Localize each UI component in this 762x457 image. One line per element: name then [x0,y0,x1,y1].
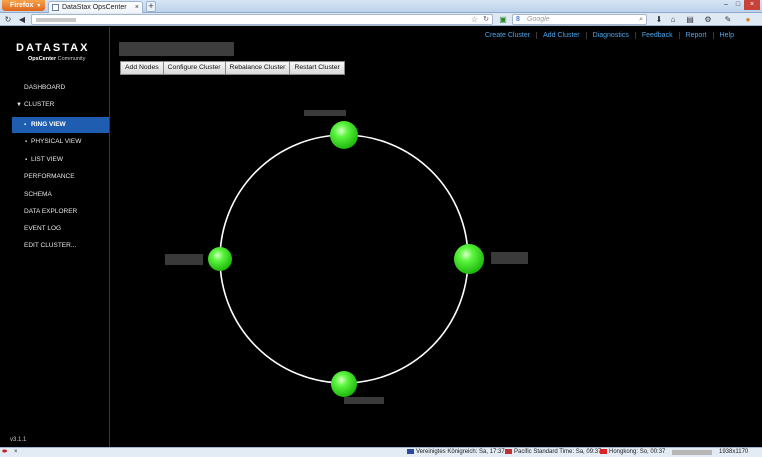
us-flag-icon [505,448,512,454]
back-arrow-icon[interactable]: ◀ [16,14,28,25]
home-icon[interactable]: ⌂ [668,14,678,25]
minimize-icon[interactable]: – [720,0,732,10]
ring-node[interactable] [208,247,232,271]
ring-view-canvas [165,110,528,404]
browser-statusbar: ⬬ × Vereinigtes Königreich: Sa, 17:37 Pa… [0,447,762,457]
chevron-down-icon: ▼ [36,3,42,9]
search-icon[interactable]: ⌕ [639,15,643,24]
toolbar-icon[interactable]: ▤ [684,14,696,25]
uk-flag-icon [407,448,414,454]
clock-pst-text: Pacific Standard Time: Sa, 09:37 [514,449,602,455]
google-icon: 8 [516,16,520,23]
token-ring [219,134,469,384]
node-label-redacted [165,254,203,265]
browser-tabbar: Firefox ▼ DataStax OpsCenter × + – □ × [0,0,762,13]
new-tab-button[interactable]: + [146,1,156,12]
tools-icon[interactable]: ⚙ [702,14,714,25]
ring-node[interactable] [454,244,484,274]
node-label-redacted [344,397,384,404]
clock-uk: Vereinigtes Königreich: Sa, 17:37 [407,448,505,457]
close-window-icon[interactable]: × [744,0,760,10]
close-tab-icon[interactable]: × [135,2,139,13]
opscenter-app: DATASTAX OpsCenter Community DASHBOARD ▼… [0,27,762,447]
ring-node[interactable] [330,121,358,149]
statusbar-redacted [672,450,712,455]
maximize-icon[interactable]: □ [732,0,744,10]
window-controls: – □ × [720,0,760,10]
node-label-redacted [304,110,346,116]
address-redacted [36,18,76,22]
tab-title: DataStax OpsCenter [62,4,127,11]
firefox-menu-label: Firefox [10,2,34,9]
bookmark-star-icon[interactable]: ☆ [471,15,478,24]
addon-fox-icon[interactable]: ● [742,14,754,25]
clock-hk-text: Hongkong: So, 00:37 [609,449,666,455]
addon-icon[interactable]: ▣ [498,14,508,25]
hk-flag-icon [600,448,607,454]
reload-icon[interactable]: ↻ [3,14,13,25]
addon-bar-icon[interactable]: ⬬ [2,448,7,457]
clock-pst: Pacific Standard Time: Sa, 09:37 [505,448,601,457]
address-bar[interactable]: ☆ ↻ [31,14,493,25]
close-addon-bar-icon[interactable]: × [14,448,18,457]
clock-hk: Hongkong: So, 00:37 [600,448,665,457]
resolution-readout: 1938x1170 [719,449,749,455]
browser-navbar: ↻ ◀ ☆ ↻ ▣ 8 Google ⌕ ⬇ ⌂ ▤ ⚙ ✎ ● [0,13,762,26]
download-icon[interactable]: ⬇ [654,14,664,25]
clock-uk-text: Vereinigtes Königreich: Sa, 17:37 [416,449,505,455]
ring-node[interactable] [331,371,357,397]
node-label-redacted [491,252,528,264]
reload-page-icon[interactable]: ↻ [483,15,489,24]
browser-tab[interactable]: DataStax OpsCenter × [48,1,143,13]
search-input[interactable]: Google [527,15,550,24]
page-favicon-icon [52,4,59,11]
wrench-icon[interactable]: ✎ [722,14,734,25]
firefox-menu-button[interactable]: Firefox ▼ [2,0,45,11]
search-box[interactable]: 8 Google ⌕ [512,14,647,25]
